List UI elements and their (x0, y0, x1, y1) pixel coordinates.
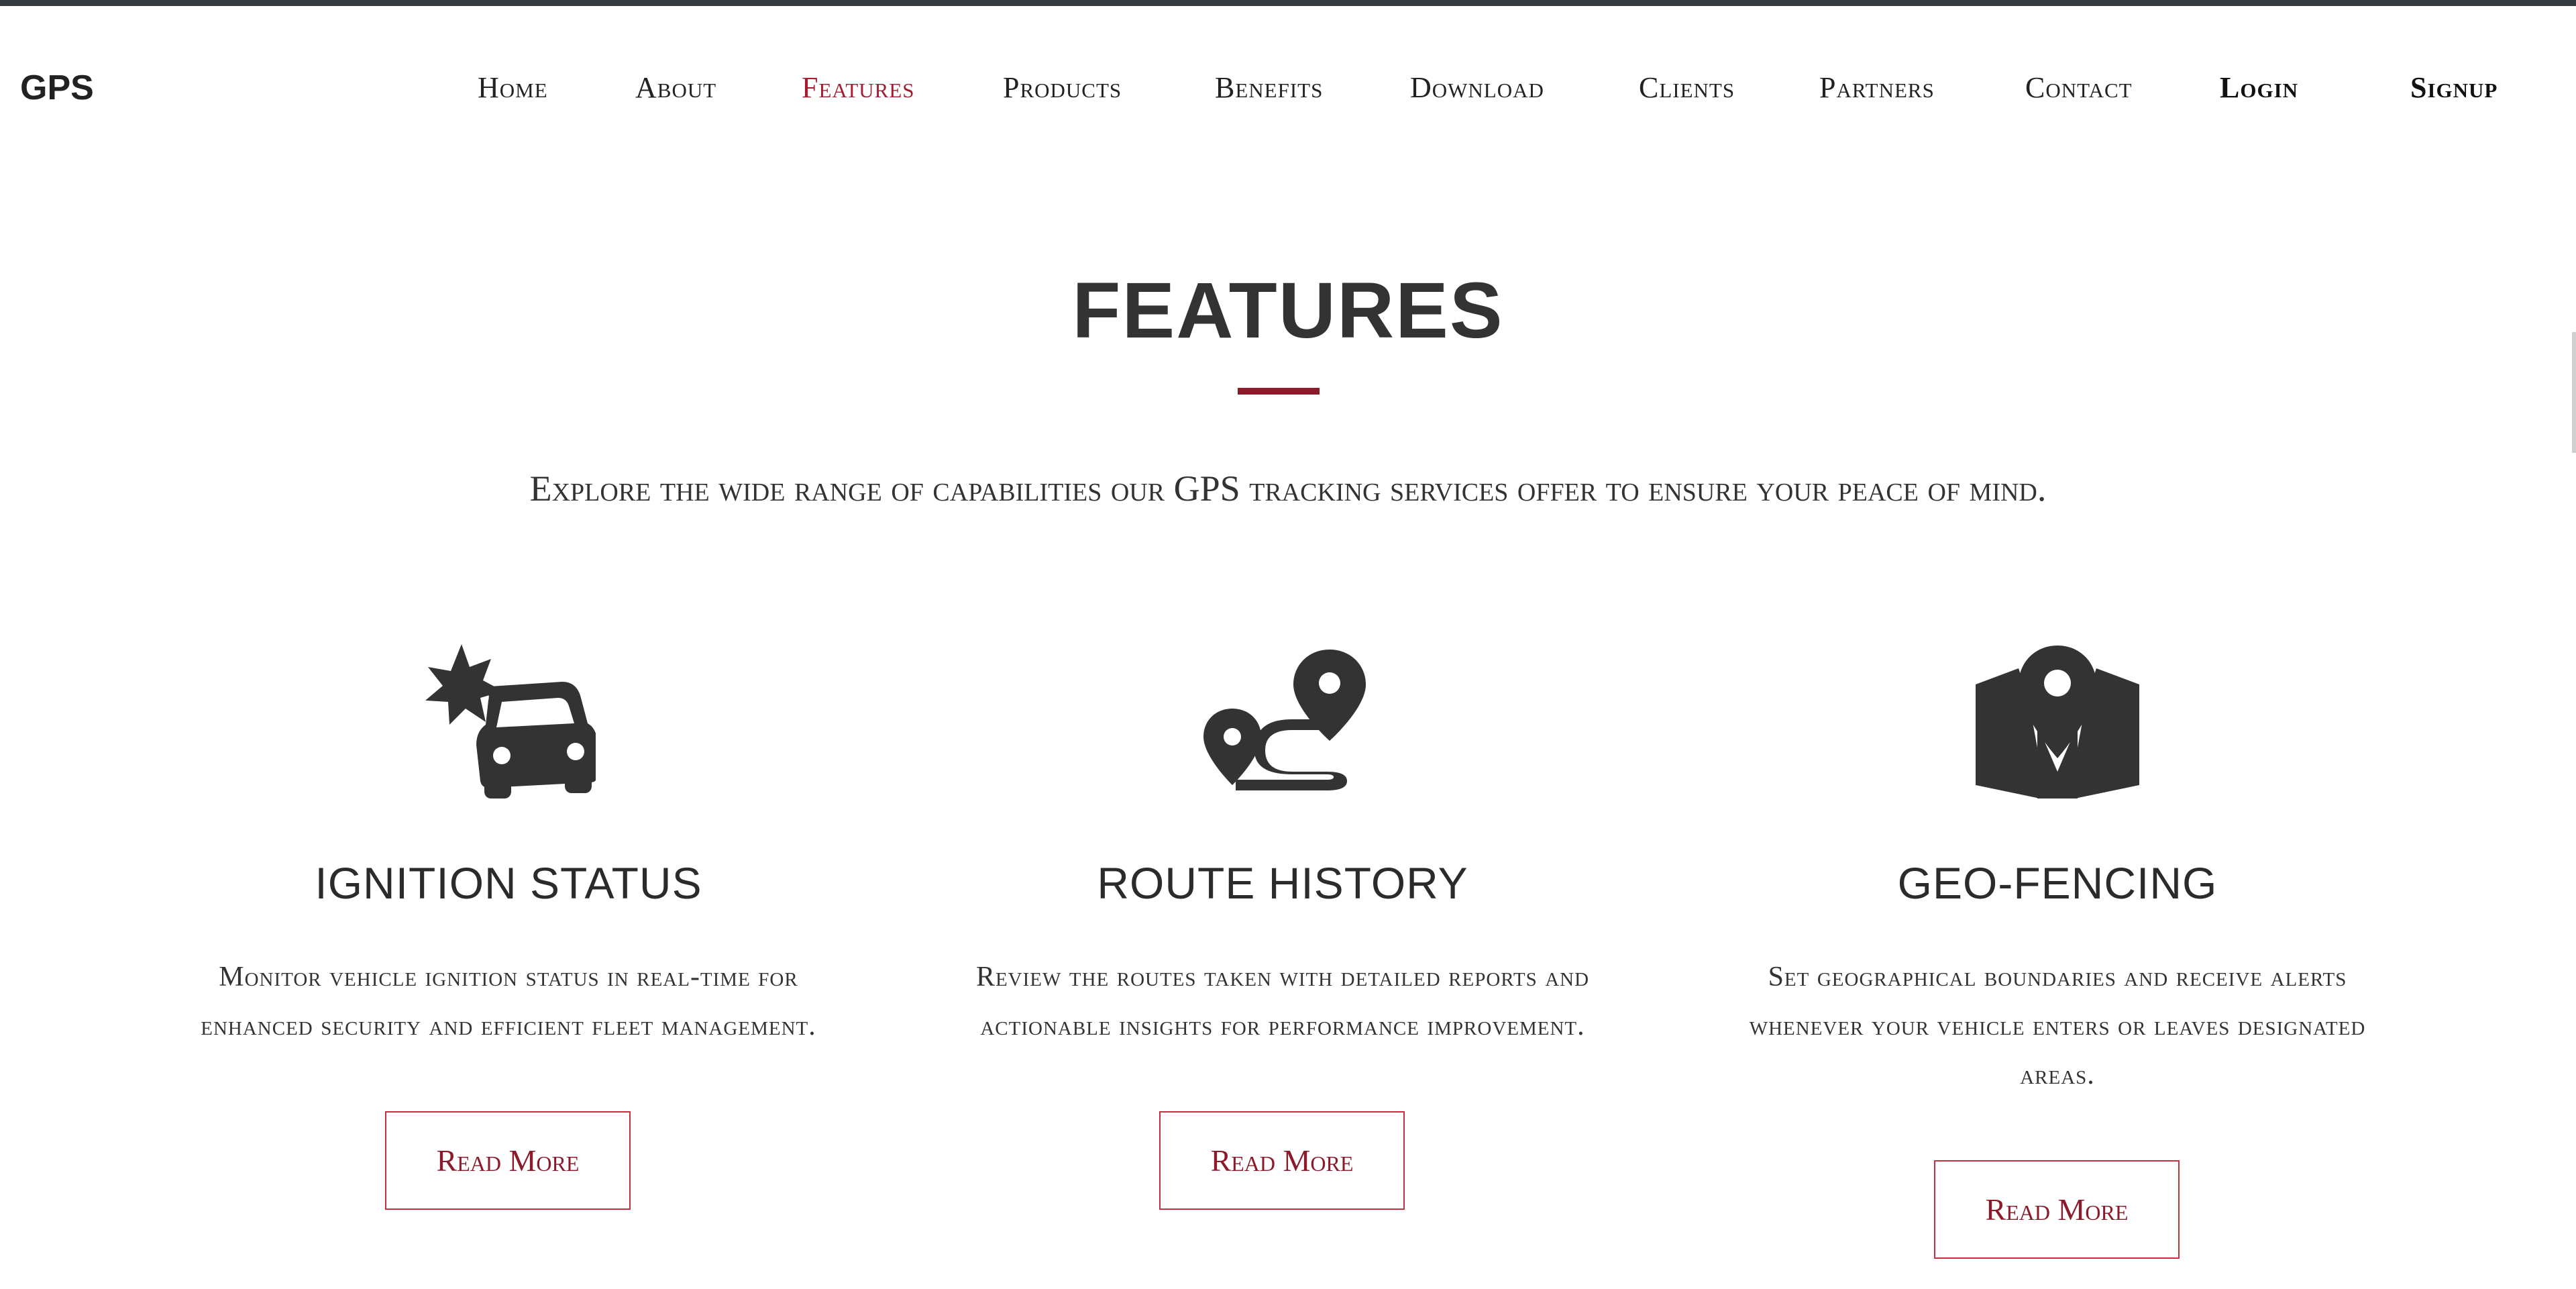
feature-title: GEO-FENCING (1897, 858, 2218, 908)
feature-title: ROUTE HISTORY (1097, 858, 1468, 908)
feature-description: Monitor vehicle ignition status in real-… (123, 953, 894, 1051)
navbar: GPS Home About Features Products Benefit… (0, 6, 2576, 160)
feature-description: Set geographical boundaries and receive … (1672, 953, 2443, 1100)
feature-desc-line: enhanced security and efficient fleet ma… (201, 1011, 816, 1041)
feature-desc-line: Set geographical boundaries and receive … (1768, 962, 2347, 992)
top-border (0, 0, 2576, 6)
nav-login[interactable]: Login (2220, 70, 2298, 105)
nav-benefits[interactable]: Benefits (1215, 70, 1323, 105)
nav-contact[interactable]: Contact (2025, 70, 2133, 105)
car-crash-icon (421, 644, 597, 798)
nav-features[interactable]: Features (802, 70, 915, 105)
feature-desc-line: whenever your vehicle enters or leaves d… (1749, 1011, 2366, 1041)
nav-download[interactable]: Download (1410, 70, 1544, 105)
read-more-button[interactable]: Read More (1159, 1111, 1405, 1210)
nav-home[interactable]: Home (478, 70, 548, 105)
nav-partners[interactable]: Partners (1819, 70, 1935, 105)
brand-logo[interactable]: GPS (20, 68, 94, 108)
feature-desc-line: Review the routes taken with detailed re… (975, 962, 1590, 992)
route-icon (1195, 644, 1370, 798)
scrollbar[interactable] (2572, 332, 2576, 453)
section-subtitle: Explore the wide range of capabilities o… (529, 468, 2047, 509)
section-title: FEATURES (1072, 266, 1504, 355)
map-location-icon (1970, 644, 2145, 798)
feature-title: IGNITION STATUS (315, 858, 702, 908)
nav-about[interactable]: About (635, 70, 716, 105)
feature-desc-line: Monitor vehicle ignition status in real-… (219, 962, 798, 992)
nav-clients[interactable]: Clients (1639, 70, 1735, 105)
nav-signup[interactable]: Signup (2410, 70, 2498, 105)
feature-desc-line: areas. (2020, 1060, 2095, 1090)
title-underline (1238, 388, 1320, 395)
nav-products[interactable]: Products (1003, 70, 1122, 105)
read-more-button[interactable]: Read More (1934, 1160, 2180, 1259)
feature-description: Review the routes taken with detailed re… (897, 953, 1668, 1051)
read-more-button[interactable]: Read More (385, 1111, 631, 1210)
feature-desc-line: actionable insights for performance impr… (980, 1011, 1585, 1041)
